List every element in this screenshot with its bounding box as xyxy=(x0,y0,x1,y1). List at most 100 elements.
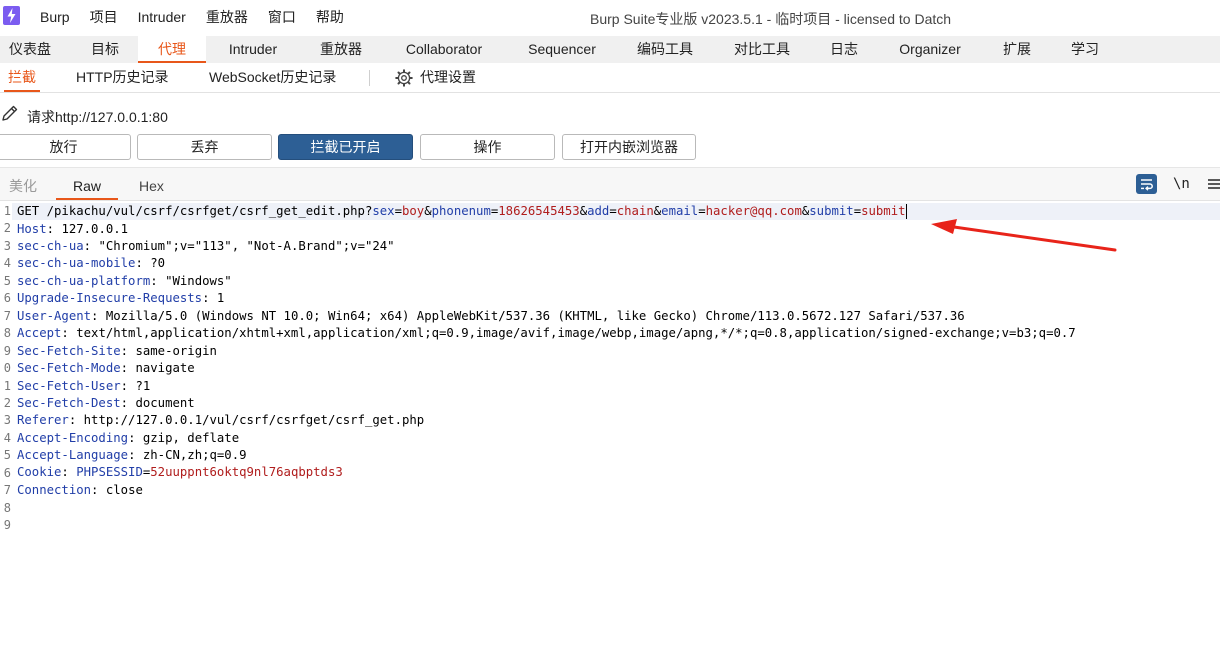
header-value: "Chromium";v="113", "Not-A.Brand";v="24" xyxy=(98,238,395,253)
header-name: Referer xyxy=(17,413,69,428)
action-button[interactable]: 操作 xyxy=(420,134,555,160)
header-line[interactable]: Sec-Fetch-Site: same-origin xyxy=(17,343,217,360)
param-value: submit xyxy=(861,204,906,218)
header-line[interactable]: Accept-Encoding: gzip, deflate xyxy=(17,430,239,447)
tab-comparer[interactable]: 对比工具 xyxy=(724,36,800,63)
menu-project[interactable]: 项目 xyxy=(90,7,118,27)
cookie-value: 52uuppnt6oktq9nl76aqbptds3 xyxy=(150,465,343,479)
menu-intruder[interactable]: Intruder xyxy=(138,9,186,25)
header-name: sec-ch-ua xyxy=(17,238,84,253)
header-name: Accept-Language xyxy=(17,448,129,463)
header-line[interactable]: Accept-Language: zh-CN,zh;q=0.9 xyxy=(17,447,247,464)
header-name: Accept xyxy=(17,326,62,341)
header-name: Sec-Fetch-Site xyxy=(17,343,121,358)
request-target-label: 请求http://127.0.0.1:80 xyxy=(27,109,168,125)
tab-collaborator[interactable]: Collaborator xyxy=(390,36,498,63)
header-line[interactable]: sec-ch-ua-mobile: ?0 xyxy=(17,255,165,272)
header-value: zh-CN,zh;q=0.9 xyxy=(142,448,247,463)
line-number: 5 xyxy=(3,448,11,463)
header-line[interactable]: Sec-Fetch-Mode: navigate xyxy=(17,360,195,377)
header-value: gzip, deflate xyxy=(142,430,240,445)
header-value: ?0 xyxy=(150,256,166,271)
header-line[interactable]: sec-ch-ua: "Chromium";v="113", "Not-A.Br… xyxy=(17,238,395,255)
open-browser-button[interactable]: 打开内嵌浏览器 xyxy=(562,134,696,160)
tab-intruder[interactable]: Intruder xyxy=(216,36,290,63)
header-line[interactable]: Accept: text/html,application/xhtml+xml,… xyxy=(17,325,1076,342)
line-number: 3 xyxy=(3,413,11,428)
tab-decoder[interactable]: 编码工具 xyxy=(628,36,702,63)
burp-lightning-icon[interactable] xyxy=(3,6,20,25)
header-name: Host xyxy=(17,221,47,236)
menu-bar: Burp 项目 Intruder 重放器 窗口 帮助 Burp Suite专业版… xyxy=(0,0,1220,34)
proxy-settings-link[interactable]: 代理设置 xyxy=(420,63,476,92)
param-key: submit xyxy=(809,204,854,218)
param-value: hacker@qq.com xyxy=(705,204,802,218)
tab-intercept[interactable]: 拦截 xyxy=(4,63,40,92)
tab-sequencer[interactable]: Sequencer xyxy=(516,36,608,63)
header-line[interactable]: Sec-Fetch-User: ?1 xyxy=(17,378,150,395)
header-line[interactable]: Connection: close xyxy=(17,482,143,499)
show-newlines-toggle[interactable]: \n xyxy=(1173,176,1190,192)
header-line[interactable]: Sec-Fetch-Dest: document xyxy=(17,395,195,412)
line-number: 0 xyxy=(3,361,11,376)
line-number: 4 xyxy=(3,256,11,271)
tab-hex[interactable]: Hex xyxy=(139,168,164,200)
menu-repeater[interactable]: 重放器 xyxy=(206,7,248,27)
header-name: sec-ch-ua-platform xyxy=(17,273,151,288)
tab-websocket-history[interactable]: WebSocket历史记录 xyxy=(209,63,336,92)
hamburger-menu-icon[interactable] xyxy=(1207,176,1220,192)
header-value: text/html,application/xhtml+xml,applicat… xyxy=(76,326,1076,341)
header-line[interactable]: Upgrade-Insecure-Requests: 1 xyxy=(17,290,224,307)
tab-logger[interactable]: 日志 xyxy=(820,36,868,63)
text-caret xyxy=(905,204,907,219)
line-number: 9 xyxy=(3,518,11,533)
header-line[interactable]: sec-ch-ua-platform: "Windows" xyxy=(17,273,232,290)
line-number: 9 xyxy=(3,343,11,358)
line-number: 4 xyxy=(3,430,11,445)
header-name: Sec-Fetch-Mode xyxy=(17,361,121,376)
tab-dashboard[interactable]: 仪表盘 xyxy=(0,36,60,63)
editor-tab-bar: 美化 Raw Hex xyxy=(0,167,1220,201)
intercept-toggle-button[interactable]: 拦截已开启 xyxy=(278,134,413,160)
menu-help[interactable]: 帮助 xyxy=(316,7,344,27)
window-title: Burp Suite专业版 v2023.5.1 - 临时项目 - license… xyxy=(590,11,952,27)
main-tab-bar: 仪表盘 目标 代理 Intruder 重放器 Collaborator Sequ… xyxy=(0,36,1220,64)
forward-button[interactable]: 放行 xyxy=(0,134,131,160)
tab-proxy[interactable]: 代理 xyxy=(138,36,206,63)
header-value: "Windows" xyxy=(165,273,232,288)
header-name: Accept-Encoding xyxy=(17,430,129,445)
header-name: Sec-Fetch-User xyxy=(17,378,121,393)
annotation-arrow-icon xyxy=(931,219,1117,252)
cookie-key: PHPSESSID xyxy=(76,465,143,479)
tab-pretty[interactable]: 美化 xyxy=(9,168,37,200)
header-value: close xyxy=(105,482,143,497)
tab-repeater[interactable]: 重放器 xyxy=(306,36,376,63)
line-number: 3 xyxy=(3,238,11,253)
gear-icon[interactable] xyxy=(395,69,413,87)
drop-button[interactable]: 丢弃 xyxy=(137,134,272,160)
pencil-icon xyxy=(0,104,20,124)
line-number: 1 xyxy=(3,378,11,393)
cookie-header-line[interactable]: Cookie: PHPSESSID=52uuppnt6oktq9nl76aqbp… xyxy=(17,464,343,481)
param-key: phonenum xyxy=(431,204,491,218)
tab-organizer[interactable]: Organizer xyxy=(888,36,972,63)
word-wrap-icon[interactable] xyxy=(1136,174,1157,194)
line-number: 7 xyxy=(3,308,11,323)
header-line[interactable]: Referer: http://127.0.0.1/vul/csrf/csrfg… xyxy=(17,412,424,429)
tab-extensions[interactable]: 扩展 xyxy=(994,36,1040,63)
line-number: 7 xyxy=(3,483,11,498)
header-line[interactable]: User-Agent: Mozilla/5.0 (Windows NT 10.0… xyxy=(17,308,965,325)
tab-learn[interactable]: 学习 xyxy=(1062,36,1108,63)
header-line[interactable]: Host: 127.0.0.1 xyxy=(17,221,128,238)
raw-request-editor[interactable]: 1 2 3 4 5 6 7 8 9 0 1 2 3 4 5 6 7 8 9 GET /pikachu/vul/csr… xyxy=(0,201,1220,667)
request-method-path: GET /pikachu/vul/csrf/csrfget/csrf_get_e… xyxy=(17,204,373,218)
line-number: 2 xyxy=(3,221,11,236)
tab-raw[interactable]: Raw xyxy=(56,168,118,200)
menu-window[interactable]: 窗口 xyxy=(268,7,296,27)
tab-http-history[interactable]: HTTP历史记录 xyxy=(76,63,169,92)
param-value: chain xyxy=(616,204,654,218)
tab-target[interactable]: 目标 xyxy=(76,36,134,63)
menu-burp[interactable]: Burp xyxy=(40,9,70,25)
header-value: 1 xyxy=(216,291,225,306)
line-number: 8 xyxy=(3,500,11,515)
